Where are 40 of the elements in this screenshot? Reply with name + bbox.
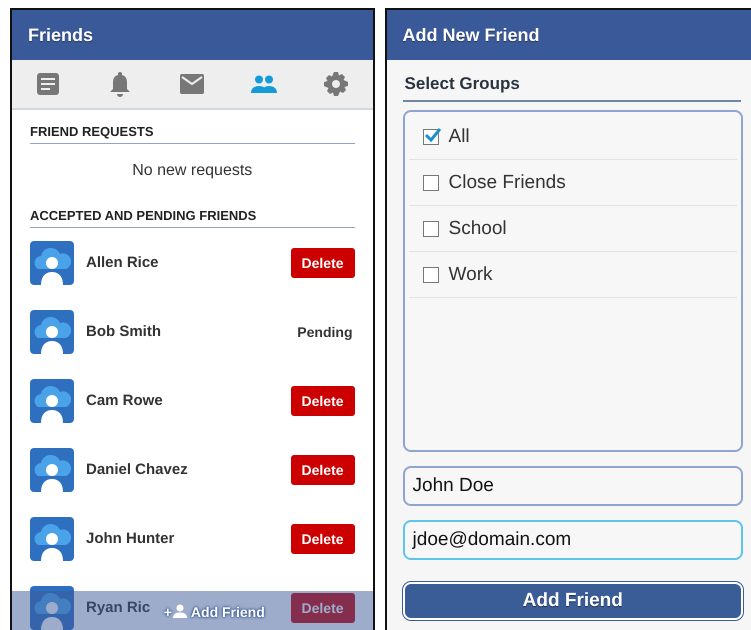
person-icon	[172, 604, 187, 618]
checkbox[interactable]	[422, 128, 439, 144]
friend-name: Cam Rowe	[86, 392, 163, 409]
document-icon	[36, 72, 60, 96]
delete-button[interactable]: Delete	[290, 248, 355, 278]
avatar-icon	[30, 516, 74, 560]
delete-button[interactable]: Delete	[290, 454, 355, 484]
group-option[interactable]: Work	[408, 252, 737, 298]
empty-message: No new requests	[131, 161, 254, 181]
delete-button[interactable]: Delete	[290, 386, 355, 416]
email-field[interactable]: jdoe@domain.com	[402, 520, 743, 560]
group-option[interactable]: Close Friends	[408, 160, 737, 206]
people-icon	[251, 75, 278, 93]
friend-name: Ryan Ric	[86, 599, 150, 616]
checkbox[interactable]	[422, 174, 439, 190]
delete-button[interactable]: Delete	[290, 524, 355, 554]
checkbox[interactable]	[422, 220, 439, 236]
add-friend-button[interactable]: Add Friend	[402, 582, 743, 620]
bell-icon	[109, 71, 132, 97]
group-option[interactable]: School	[408, 206, 737, 252]
friend-name: John Hunter	[86, 530, 174, 547]
avatar-icon	[30, 448, 74, 492]
pending-status: Pending	[297, 324, 353, 340]
friend-name: Bob Smith	[86, 323, 161, 340]
section-heading: Select Groups	[402, 72, 741, 102]
group-option[interactable]: All	[408, 114, 737, 160]
checkbox[interactable]	[422, 266, 439, 282]
avatar-icon	[30, 310, 74, 354]
settings-icon	[324, 72, 348, 96]
name-field[interactable]: John Doe	[402, 466, 743, 506]
delete-button[interactable]: Delete	[290, 592, 355, 622]
screen-title: Friends	[28, 24, 94, 46]
friend-name: Allen Rice	[86, 254, 159, 271]
friend-name: Daniel Chavez	[86, 461, 188, 478]
avatar-icon	[30, 378, 74, 422]
section-heading: ACCEPTED AND PENDING FRIENDS	[30, 194, 355, 228]
screen-title: Add New Friend	[402, 24, 540, 46]
section-heading: FRIEND REQUESTS	[30, 110, 355, 144]
avatar-icon	[30, 240, 74, 284]
envelope-icon	[180, 74, 204, 94]
